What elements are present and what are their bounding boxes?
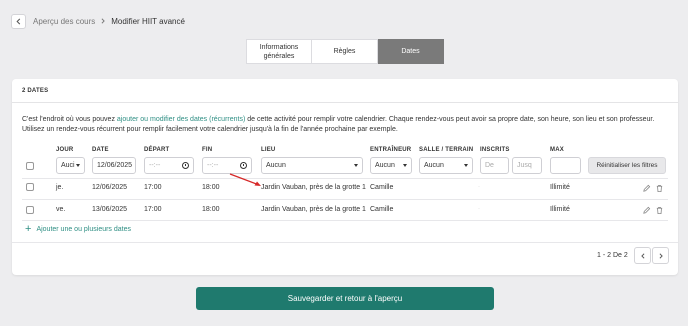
row-coach: Camille — [370, 184, 394, 191]
row-max: Illimité — [550, 206, 570, 213]
breadcrumb-current: Modifier HIIT avancé — [111, 16, 185, 26]
room-filter-value: Aucun — [424, 162, 444, 169]
row-checkbox[interactable] — [26, 206, 34, 214]
row-coach: Camille — [370, 206, 394, 213]
chevron-right-icon — [100, 18, 106, 24]
chevron-down-icon — [403, 164, 407, 167]
annotation-arrow-icon — [229, 173, 261, 186]
enrolled-from-input[interactable]: De — [480, 157, 509, 174]
row-place: Jardin Vauban, près de la grotte 1 — [261, 206, 366, 213]
tab-rules[interactable]: Règles — [312, 39, 378, 64]
add-dates-label: Ajouter une ou plusieurs dates — [36, 225, 131, 233]
previous-page-button[interactable] — [634, 247, 651, 264]
back-button[interactable] — [11, 13, 26, 29]
row-max: Illimité — [550, 184, 570, 191]
pagination-divider — [12, 242, 678, 243]
start-filter-input[interactable]: --:-- — [144, 157, 194, 174]
breadcrumb: Aperçu des cours Modifier HIIT avancé — [11, 12, 185, 30]
select-all-checkbox[interactable] — [26, 162, 34, 170]
breadcrumb-parent-link[interactable]: Aperçu des cours — [33, 17, 95, 26]
row-enrolled: · — [478, 184, 480, 190]
tab-general-info[interactable]: Informations générales — [246, 39, 312, 64]
column-header-end: FIN — [202, 147, 213, 153]
trash-icon[interactable] — [655, 206, 664, 215]
edit-pencil-icon[interactable] — [642, 184, 651, 193]
row-end: 18:00 — [202, 206, 220, 213]
place-filter-value: Aucun — [266, 162, 286, 169]
row-place: Jardin Vauban, près de la grotte 1 — [261, 184, 366, 191]
row-checkbox[interactable] — [26, 183, 34, 191]
row-divider — [22, 199, 668, 200]
column-header-start: DÉPART — [144, 147, 170, 153]
intro-text-start: C'est l'endroit où vous pouvez — [22, 116, 117, 123]
chevron-down-icon — [354, 164, 358, 167]
chevron-right-icon — [659, 252, 663, 259]
column-header-max: MAX — [550, 147, 564, 153]
pagination-info: 1 - 2 De 2 — [597, 252, 628, 259]
coach-filter-value: Aucun — [375, 162, 395, 169]
coach-filter-select[interactable]: Aucun — [370, 157, 412, 174]
save-and-return-button[interactable]: Sauvegarder et retour à l'aperçu — [196, 287, 494, 310]
dates-card: 2 DATES C'est l'endroit où vous pouvez a… — [12, 79, 678, 275]
row-day: ve. — [56, 206, 66, 213]
column-header-place: LIEU — [261, 147, 276, 153]
chevron-left-icon — [16, 18, 21, 24]
intro-text: C'est l'endroit où vous pouvez ajouter o… — [22, 115, 678, 135]
column-header-enrolled: INSCRITS — [480, 147, 510, 153]
row-day: je. — [56, 184, 64, 191]
column-header-date: DATE — [92, 147, 109, 153]
start-filter-placeholder: --:-- — [149, 162, 161, 169]
column-header-coach: ENTRAÎNEUR — [370, 147, 412, 153]
plus-icon: + — [25, 223, 32, 235]
enrolled-to-input[interactable]: Jusq — [512, 157, 542, 174]
day-filter-value: Auci — [61, 162, 75, 169]
room-filter-select[interactable]: Aucun — [419, 157, 473, 174]
row-date: 13/06/2025 — [92, 206, 128, 213]
row-start: 17:00 — [144, 184, 162, 191]
chevron-left-icon — [640, 252, 644, 259]
day-filter-select[interactable]: Auci — [56, 157, 85, 174]
column-header-room: SALLE / TERRAIN — [419, 147, 474, 153]
reset-filters-button[interactable]: Réinitialiser les filtres — [588, 157, 666, 174]
chevron-down-icon — [76, 164, 80, 167]
max-filter-input[interactable] — [550, 157, 581, 174]
column-header-day: JOUR — [56, 147, 74, 153]
date-filter-input[interactable]: 12/06/2025 — [92, 157, 136, 174]
next-page-button[interactable] — [652, 247, 669, 264]
row-start: 17:00 — [144, 206, 162, 213]
clock-icon — [182, 162, 189, 169]
edit-dates-link[interactable]: ajouter ou modifier des dates (récurrent… — [117, 116, 245, 123]
card-title: 2 DATES — [12, 79, 678, 103]
clock-icon — [240, 162, 247, 169]
trash-icon[interactable] — [655, 184, 664, 193]
add-dates-link[interactable]: + Ajouter une ou plusieurs dates — [25, 223, 131, 235]
edit-pencil-icon[interactable] — [642, 206, 651, 215]
row-divider — [22, 178, 668, 179]
end-filter-placeholder: --:-- — [207, 162, 219, 169]
row-end: 18:00 — [202, 184, 220, 191]
chevron-down-icon — [464, 164, 468, 167]
row-date: 12/06/2025 — [92, 184, 128, 191]
row-divider — [22, 220, 668, 221]
place-filter-select[interactable]: Aucun — [261, 157, 363, 174]
row-enrolled: · — [478, 206, 480, 212]
tab-dates[interactable]: Dates — [378, 39, 444, 64]
tab-bar: Informations générales Règles Dates — [246, 39, 444, 64]
